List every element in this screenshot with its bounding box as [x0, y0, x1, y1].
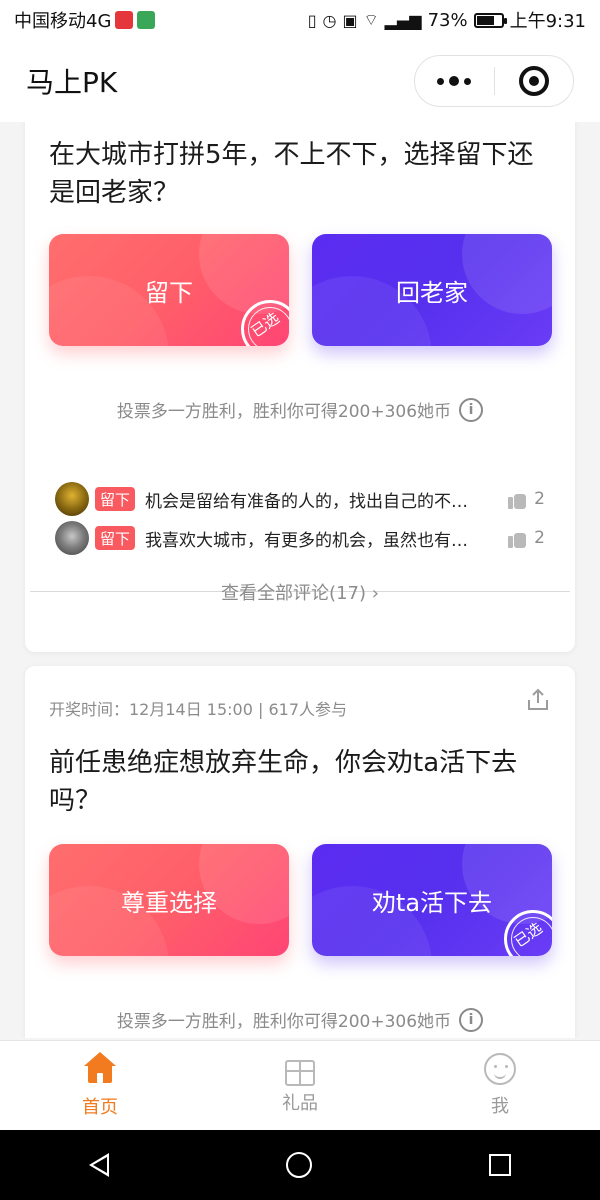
vote-tag: 留下 — [95, 487, 136, 511]
close-target-icon — [518, 66, 549, 96]
pk-question: 在大城市打拼5年，不上不下，选择留下还是回老家？ — [49, 140, 534, 208]
like-count: 2 — [534, 528, 545, 548]
wifi-icon: ⌔ — [363, 10, 379, 29]
draw-meta: 开奖时间：12月14日 15:00 | 617人参与 — [49, 700, 348, 719]
tab-home[interactable]: 首页 — [0, 1041, 200, 1130]
vote-option-label: 回老家 — [396, 278, 468, 307]
vote-option-left-button[interactable]: 留下 已选 — [49, 234, 289, 346]
reward-text: 投票多一方胜利，胜利你可得200+306她币 — [116, 402, 452, 422]
notification-app-icon — [115, 11, 134, 29]
tab-label: 礼品 — [282, 1093, 318, 1114]
view-all-comments-link[interactable]: 查看全部评论(17) › — [25, 579, 575, 605]
avatar[interactable] — [55, 521, 89, 555]
more-menu-button[interactable] — [415, 56, 494, 106]
info-icon[interactable]: i — [459, 397, 484, 422]
status-bar: 中国移动4G ▯ ◷ ▣ ⌔ ▂▄▆ 73% 上午9:31 — [0, 0, 600, 40]
mini-program-header: 马上PK — [0, 40, 600, 122]
tab-gifts[interactable]: 礼品 — [200, 1041, 400, 1130]
stamp-text: 已选 — [247, 308, 283, 341]
mini-program-capsule — [414, 55, 574, 107]
info-icon[interactable]: i — [459, 1007, 484, 1032]
vote-option-left-button[interactable]: 尊重选择 — [49, 844, 289, 956]
hd-icon: ▣ — [342, 10, 358, 30]
comment-text: 机会是留给有准备的人的，找出自己的不… — [145, 491, 469, 512]
thumbs-up-icon — [506, 488, 528, 510]
bottom-tab-bar: 首页 礼品 我 — [0, 1040, 600, 1130]
battery-fill — [476, 15, 495, 25]
reward-text: 投票多一方胜利，胜利你可得200+306她币 — [116, 1012, 452, 1032]
home-icon — [83, 1052, 117, 1086]
like-button[interactable]: 2 — [506, 488, 545, 510]
comment-item[interactable]: 留下 我喜欢大城市，有更多的机会，虽然也有… 2 — [55, 521, 545, 555]
vote-tag: 留下 — [95, 526, 136, 550]
battery-percent: 73% — [427, 9, 468, 31]
status-right: ▯ ◷ ▣ ⌔ ▂▄▆ 73% 上午9:31 — [308, 7, 586, 33]
smile-icon — [484, 1053, 516, 1085]
vote-option-label: 留下 — [145, 278, 193, 307]
close-mini-program-button[interactable] — [495, 56, 574, 106]
chevron-right-icon: › — [371, 583, 379, 604]
like-count: 2 — [534, 489, 545, 509]
vote-option-label: 劝ta活下去 — [371, 888, 493, 917]
tab-me[interactable]: 我 — [400, 1041, 600, 1130]
more-dots-icon — [437, 76, 472, 86]
vibrate-icon: ▯ — [307, 10, 317, 30]
tab-label: 我 — [491, 1096, 509, 1117]
wechat-app-icon — [137, 11, 156, 29]
status-left: 中国移动4G — [14, 7, 308, 33]
home-circle-icon[interactable] — [285, 1152, 312, 1178]
gift-icon — [285, 1060, 315, 1086]
comment-text: 我喜欢大城市，有更多的机会，虽然也有… — [145, 530, 469, 551]
alarm-icon: ◷ — [322, 10, 337, 30]
system-navigation-bar — [0, 1130, 600, 1200]
vote-option-right-button[interactable]: 回老家 — [312, 234, 552, 346]
pk-card: 开奖时间：12月14日 15:00 | 617人参与 前任患绝症想放弃生命，你会… — [25, 666, 575, 1038]
avatar[interactable] — [55, 482, 89, 516]
page-title: 马上PK — [26, 66, 118, 99]
share-icon[interactable] — [525, 688, 551, 712]
signal-icon: ▂▄▆ — [384, 10, 422, 30]
clock-time: 上午9:31 — [509, 11, 586, 32]
tab-label: 首页 — [82, 1097, 118, 1118]
carrier-text: 中国移动4G — [14, 11, 112, 32]
vote-option-right-button[interactable]: 劝ta活下去 已选 — [312, 844, 552, 956]
like-button[interactable]: 2 — [506, 527, 545, 549]
recent-apps-icon[interactable] — [489, 1154, 512, 1176]
stamp-text: 已选 — [510, 918, 546, 951]
reward-info: 投票多一方胜利，胜利你可得200+306她币 i — [25, 397, 575, 422]
comment-item[interactable]: 留下 机会是留给有准备的人的，找出自己的不… 2 — [55, 482, 545, 516]
thumbs-up-icon — [506, 527, 528, 549]
pk-question: 前任患绝症想放弃生命，你会劝ta活下去吗？ — [49, 748, 518, 816]
feed[interactable]: 在大城市打拼5年，不上不下，选择留下还是回老家？ 留下 已选 回老家 投票多一方… — [0, 122, 600, 1038]
pk-card: 在大城市打拼5年，不上不下，选择留下还是回老家？ 留下 已选 回老家 投票多一方… — [25, 122, 575, 652]
back-icon[interactable] — [88, 1153, 109, 1177]
reward-info: 投票多一方胜利，胜利你可得200+306她币 i — [25, 1007, 575, 1032]
battery-icon — [473, 12, 507, 28]
vote-option-label: 尊重选择 — [121, 888, 217, 917]
